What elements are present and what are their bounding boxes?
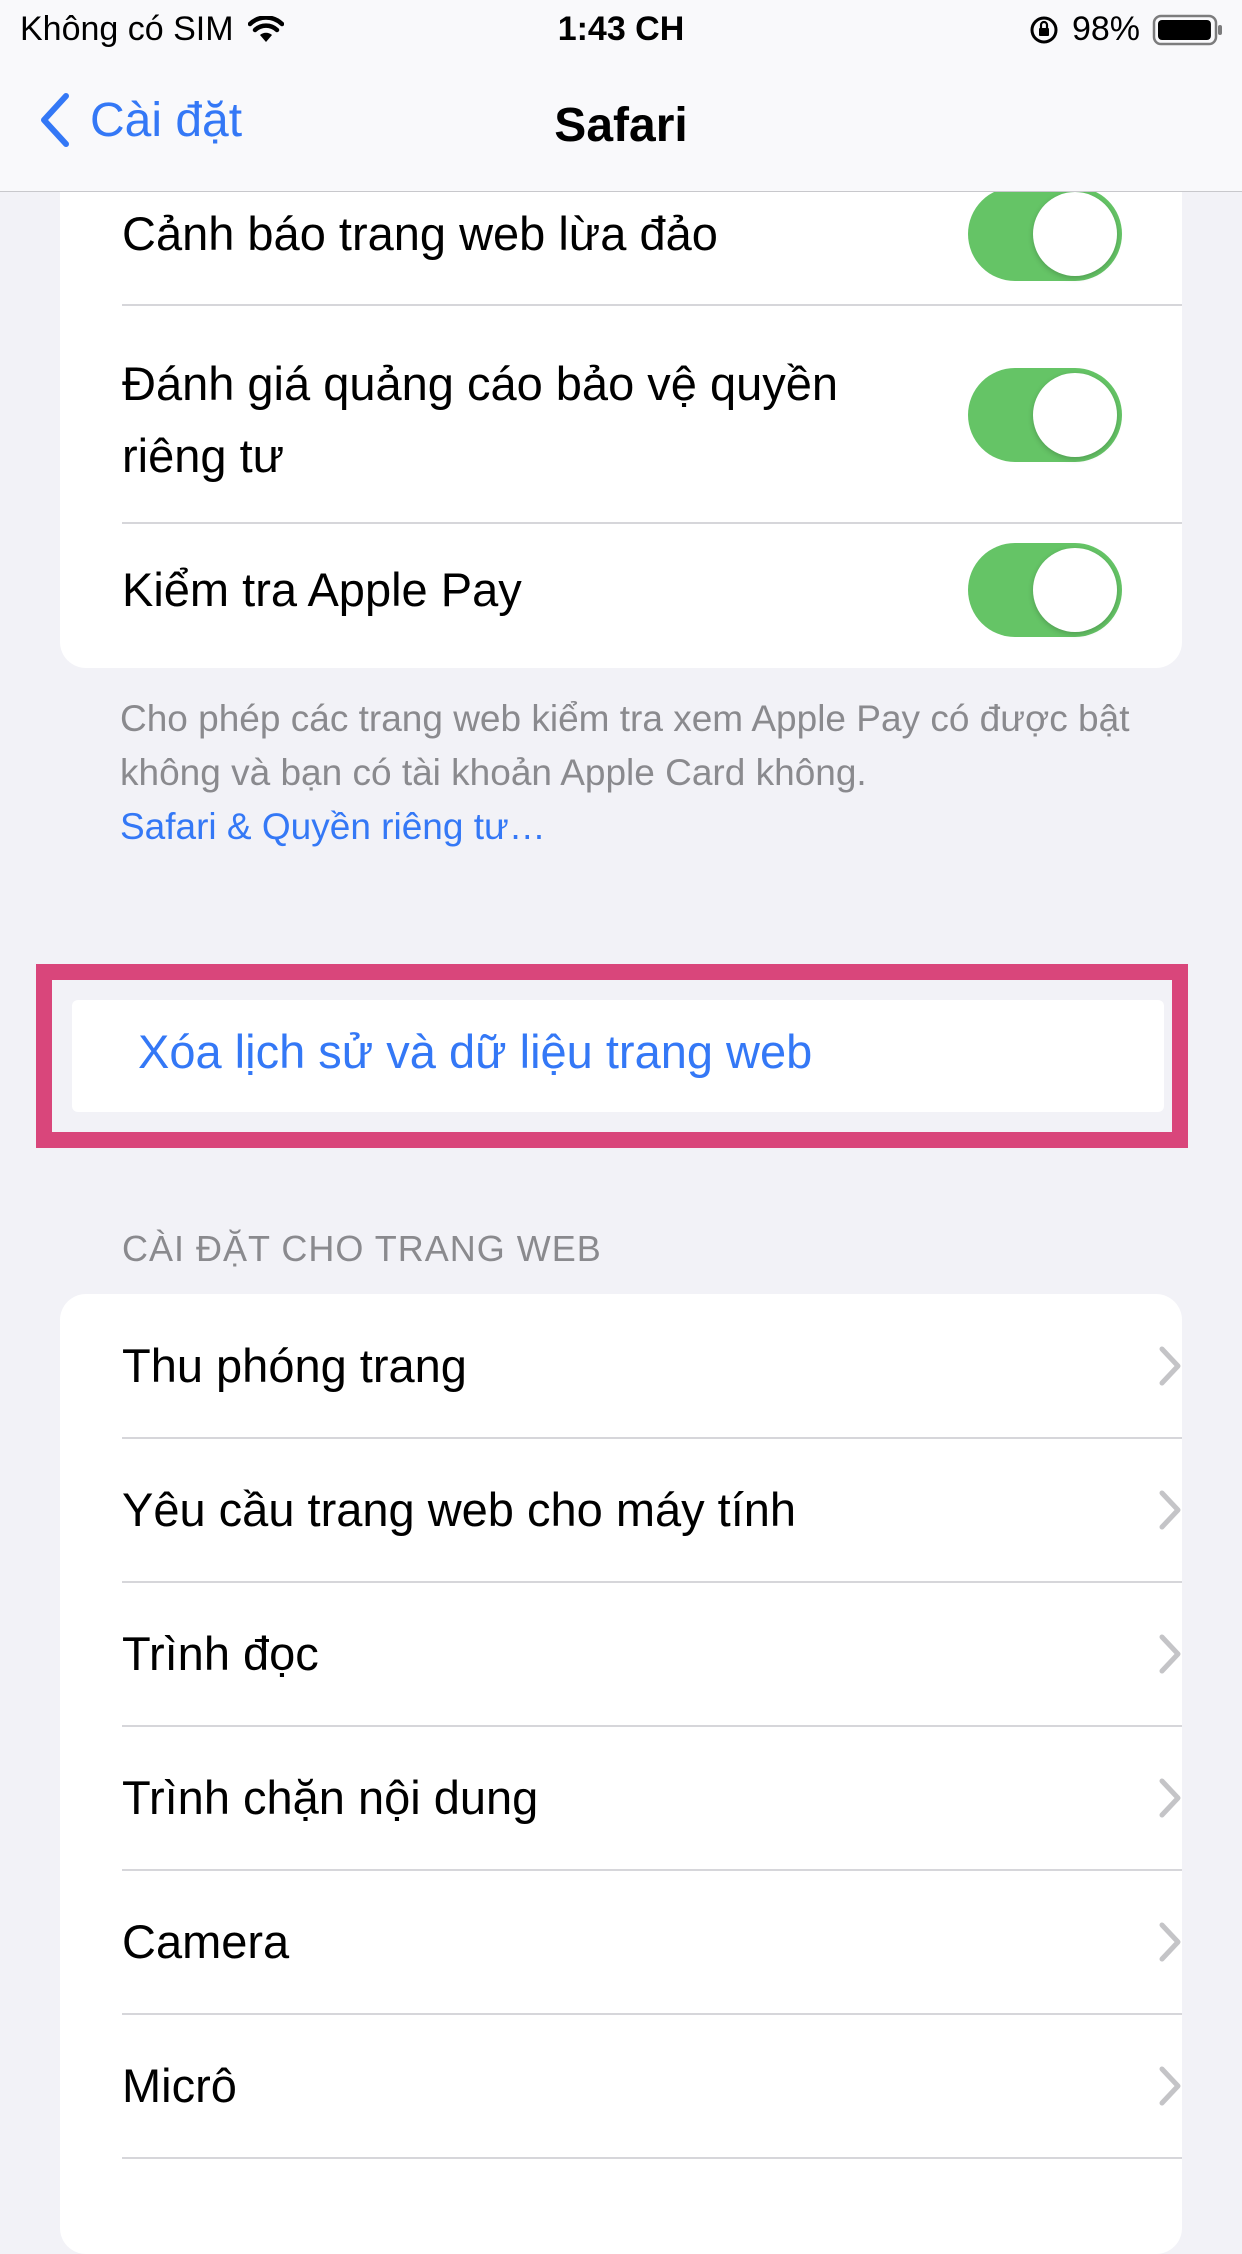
clear-history-label: Xóa lịch sử và dữ liệu trang web xyxy=(138,1025,813,1078)
section-header: CÀI ĐẶT CHO TRANG WEB xyxy=(122,1228,602,1269)
settings-row-content-blockers[interactable]: Trình chặn nội dung xyxy=(60,1726,1182,1870)
apple-pay-toggle[interactable] xyxy=(968,543,1122,637)
row-label: Micrô xyxy=(122,2059,237,2112)
chevron-right-icon xyxy=(1159,1490,1181,1530)
toggle-knob xyxy=(1033,373,1117,457)
toggle-knob xyxy=(1033,548,1117,632)
row-label-line2: riêng tư xyxy=(122,429,285,482)
row-label: Kiểm tra Apple Pay xyxy=(122,563,522,616)
website-settings-group: Thu phóng trang Yêu cầu trang web cho má… xyxy=(60,1294,1182,2254)
row-label: Cảnh báo trang web lừa đảo xyxy=(122,207,718,260)
toggle-knob xyxy=(1033,192,1117,276)
privacy-footer: Cho phép các trang web kiểm tra xem Appl… xyxy=(120,692,1130,854)
settings-row-desktop-site[interactable]: Yêu cầu trang web cho máy tính xyxy=(60,1438,1182,1582)
row-label-line1: Đánh giá quảng cáo bảo vệ quyền xyxy=(122,357,839,410)
chevron-right-icon xyxy=(1159,1346,1181,1386)
ad-measurement-toggle[interactable] xyxy=(968,368,1122,462)
row-label: Yêu cầu trang web cho máy tính xyxy=(122,1483,797,1536)
page-title: Safari xyxy=(554,99,688,152)
highlight-frame: Xóa lịch sử và dữ liệu trang web xyxy=(36,964,1188,1148)
chevron-right-icon xyxy=(1159,1922,1181,1962)
settings-row-microphone[interactable]: Micrô xyxy=(60,2014,1182,2158)
privacy-link[interactable]: Safari & Quyền riêng tư… xyxy=(120,800,1130,854)
chevron-right-icon xyxy=(1159,2066,1181,2106)
navigation-bar: Cài đặt Safari xyxy=(0,62,1242,192)
chevron-right-icon xyxy=(1159,1778,1181,1818)
toggle-row-ad-measurement[interactable]: Đánh giá quảng cáo bảo vệ quyền riêng tư xyxy=(60,306,1182,524)
toggle-row-apple-pay: Kiểm tra Apple Pay xyxy=(60,524,1182,668)
chevron-right-icon xyxy=(1159,1634,1181,1674)
clear-history-button[interactable]: Xóa lịch sử và dữ liệu trang web xyxy=(72,1000,1164,1112)
battery-percent: 98% xyxy=(1071,10,1140,48)
row-divider xyxy=(122,2157,1182,2159)
status-bar: Không có SIM 1:43 CH 98% xyxy=(0,0,1242,62)
row-label: Trình chặn nội dung xyxy=(122,1771,539,1824)
status-right: 98% xyxy=(1028,10,1224,49)
footer-text: Cho phép các trang web kiểm tra xem Appl… xyxy=(120,698,1130,793)
settings-row-camera[interactable]: Camera xyxy=(60,1870,1182,2014)
orientation-lock-icon xyxy=(1030,16,1058,43)
settings-row-page-zoom[interactable]: Thu phóng trang xyxy=(60,1294,1182,1438)
privacy-group: Cảnh báo trang web lừa đảo Đánh giá quản… xyxy=(60,150,1182,668)
battery-icon xyxy=(1152,14,1222,45)
settings-row-reader[interactable]: Trình đọc xyxy=(60,1582,1182,1726)
row-label: Camera xyxy=(122,1915,290,1968)
row-label: Trình đọc xyxy=(122,1627,319,1680)
fraud-warning-toggle[interactable] xyxy=(968,187,1122,281)
row-label: Thu phóng trang xyxy=(122,1339,467,1392)
